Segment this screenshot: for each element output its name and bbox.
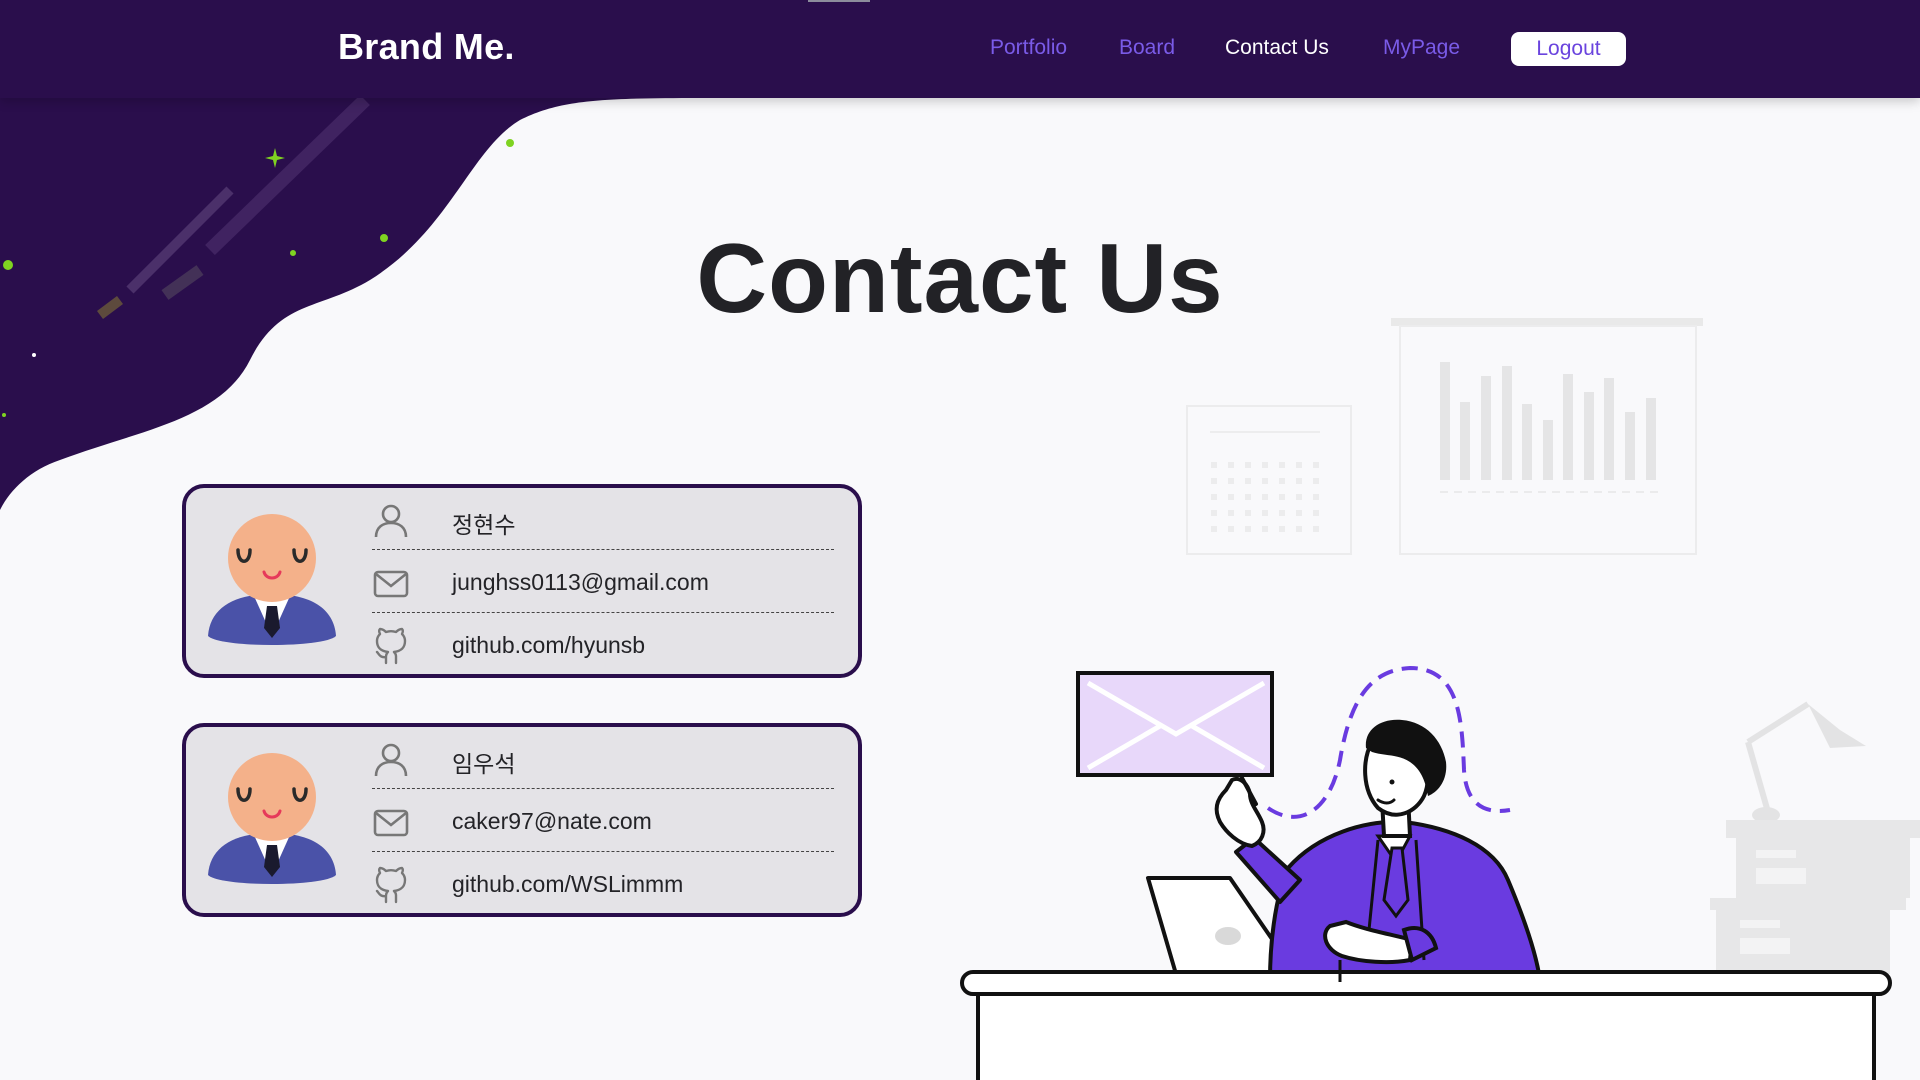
contact-row-name: 정현수 (372, 488, 834, 550)
github-icon (375, 866, 407, 904)
mail-icon (373, 570, 409, 598)
contact-illustration (960, 318, 1920, 1080)
contact-name: 정현수 (452, 512, 516, 538)
nav-board[interactable]: Board (1119, 36, 1175, 60)
contact-row-email: caker97@nate.com (372, 790, 834, 852)
contact-row-github: github.com/WSLimmm (372, 853, 834, 915)
contact-email[interactable]: caker97@nate.com (452, 808, 652, 835)
desk (960, 960, 1892, 1080)
person-icon (374, 504, 408, 538)
background-chart-board (1186, 318, 1703, 555)
nav-contact-us[interactable]: Contact Us (1225, 36, 1329, 60)
contact-card: 정현수 junghss0113@gmail.com github.com/hyu… (182, 484, 862, 678)
top-navbar: Brand Me. Portfolio Board Contact Us MyP… (0, 0, 1920, 98)
background-desk-lamp (1710, 701, 1920, 974)
contact-github[interactable]: github.com/WSLimmm (452, 871, 683, 898)
contact-name: 임우석 (452, 751, 516, 777)
contact-row-name: 임우석 (372, 727, 834, 789)
contact-github[interactable]: github.com/hyunsb (452, 632, 645, 659)
github-icon (375, 627, 407, 665)
logout-button[interactable]: Logout (1511, 32, 1626, 66)
nav-mypage[interactable]: MyPage (1383, 36, 1460, 60)
nav-portfolio[interactable]: Portfolio (990, 36, 1067, 60)
contact-row-github: github.com/hyunsb (372, 614, 834, 676)
contact-card: 임우석 caker97@nate.com github.com/WSLimmm (182, 723, 862, 917)
avatar (208, 514, 336, 645)
contact-email[interactable]: junghss0113@gmail.com (452, 569, 709, 596)
nav-accent-bar (808, 0, 870, 2)
contact-row-email: junghss0113@gmail.com (372, 551, 834, 613)
brand-logo[interactable]: Brand Me. (338, 26, 515, 68)
avatar (208, 753, 336, 884)
person-icon (374, 743, 408, 777)
mail-icon (373, 809, 409, 837)
envelope-icon (1076, 671, 1274, 777)
